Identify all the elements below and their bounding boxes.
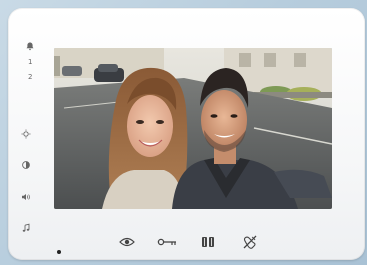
intercom-monitor: 1 2 — [8, 8, 365, 260]
gate-button[interactable] — [197, 233, 219, 251]
mute-icon — [242, 234, 258, 250]
sun-icon[interactable] — [21, 129, 31, 139]
eye-icon — [119, 237, 135, 247]
visitor-photo — [54, 48, 332, 209]
microphone-hole — [57, 250, 61, 254]
ringtone-level-1: 1 — [28, 58, 33, 66]
bell-icon — [25, 41, 34, 51]
gate-icon — [201, 235, 215, 249]
mute-button[interactable] — [239, 233, 261, 251]
ringtone-level-2: 2 — [28, 73, 33, 81]
music-note-icon[interactable] — [21, 223, 31, 233]
volume-icon[interactable] — [21, 192, 31, 202]
video-screen — [54, 48, 332, 209]
contrast-icon[interactable] — [21, 160, 31, 170]
monitor-button[interactable] — [116, 233, 138, 251]
unlock-button[interactable] — [156, 233, 178, 251]
key-icon — [157, 238, 177, 246]
